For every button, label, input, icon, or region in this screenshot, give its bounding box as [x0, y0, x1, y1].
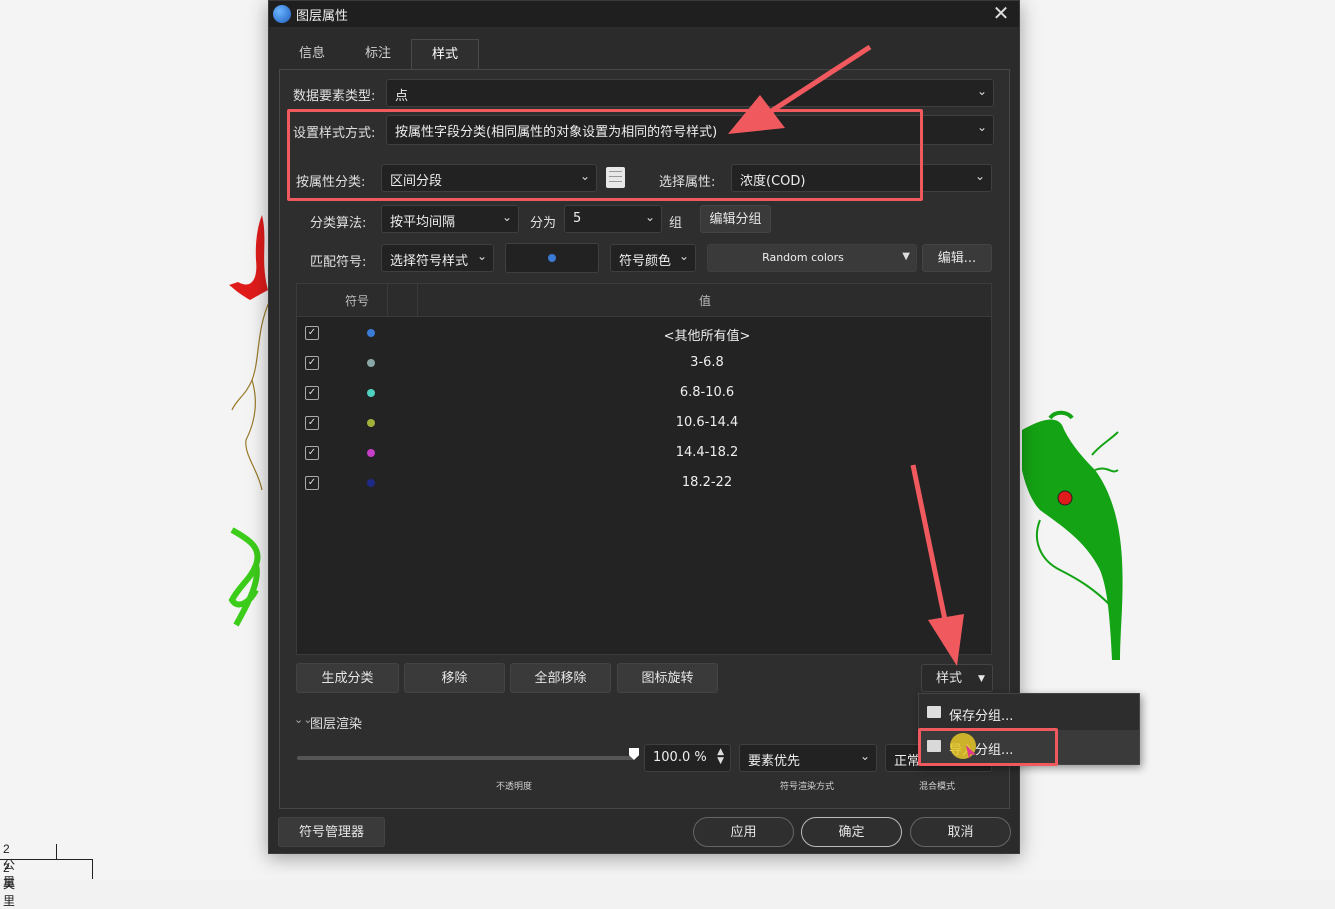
triangle-down-icon: ▼: [902, 251, 910, 262]
column-value: 值: [699, 294, 712, 308]
palette-value: Random colors: [762, 251, 844, 264]
menu-item-save-groups[interactable]: 保存分组...: [919, 696, 1139, 730]
titlebar: 图层属性 ✕: [269, 1, 1019, 27]
scale-mile-label: 2英里: [3, 861, 16, 908]
generate-classes-button[interactable]: 生成分类: [296, 663, 399, 693]
table-row[interactable]: ✓ <其他所有值>: [297, 318, 991, 348]
chevron-down-icon: ⌄: [501, 210, 512, 224]
chevron-down-icon: ⌄: [859, 749, 870, 763]
remove-button[interactable]: 移除: [404, 663, 505, 693]
symbol-dot: [367, 479, 375, 487]
match-symbol-label: 匹配符号:: [310, 255, 367, 270]
symbol-dot: [367, 359, 375, 367]
chevron-down-icon: ⌄: [976, 84, 987, 98]
symbol-dot: [367, 419, 375, 427]
render-mode-value: 要素优先: [748, 754, 801, 769]
table-row[interactable]: ✓ 3-6.8: [297, 348, 991, 378]
tab-style[interactable]: 样式: [411, 39, 479, 69]
cursor-highlight: [950, 733, 976, 759]
chevron-down-icon: ⌄: [476, 249, 487, 263]
data-type-value: 点: [395, 89, 409, 104]
chevron-down-icon: ⌄: [678, 249, 689, 263]
row-checkbox[interactable]: ✓: [305, 326, 319, 340]
app-globe-icon: [273, 5, 291, 23]
opacity-caption: 不透明度: [496, 782, 533, 792]
data-type-select[interactable]: 点 ⌄: [386, 79, 994, 107]
table-row[interactable]: ✓ 14.4-18.2: [297, 438, 991, 468]
row-checkbox[interactable]: ✓: [305, 416, 319, 430]
palette-select[interactable]: Random colors ▼: [707, 244, 917, 272]
annotation-highlight-box: [287, 109, 923, 201]
row-checkbox[interactable]: ✓: [305, 386, 319, 400]
table-header: 符号 值: [297, 284, 991, 317]
symbol-style-value: 选择符号样式: [390, 254, 469, 269]
column-symbol: 符号: [345, 294, 370, 308]
row-value: 18.2-22: [681, 475, 733, 490]
row-value: 14.4-18.2: [675, 445, 739, 460]
menu-item-label: 保存分组...: [949, 709, 1014, 724]
chevron-down-icon: ⌄: [976, 120, 987, 134]
row-value: 10.6-14.4: [675, 415, 739, 430]
annotation-menu-highlight: [918, 728, 1058, 766]
symbol-dot: [367, 389, 375, 397]
blend-mode-value: 正常: [894, 754, 921, 769]
row-checkbox[interactable]: ✓: [305, 476, 319, 490]
style-menu-button[interactable]: 样式 ▼: [921, 664, 993, 692]
symbol-dot: [367, 329, 375, 337]
row-checkbox[interactable]: ✓: [305, 356, 319, 370]
algorithm-value: 按平均间隔: [390, 215, 456, 230]
point-symbol-icon: [548, 254, 556, 262]
table-row[interactable]: ✓ 10.6-14.4: [297, 408, 991, 438]
row-checkbox[interactable]: ✓: [305, 446, 319, 460]
render-mode-select[interactable]: 要素优先 ⌄: [739, 744, 877, 772]
cancel-button[interactable]: 取消: [910, 817, 1011, 847]
row-value: 3-6.8: [690, 355, 724, 370]
close-icon[interactable]: ✕: [989, 1, 1013, 25]
dialog-title: 图层属性: [296, 9, 349, 24]
algorithm-label: 分类算法:: [310, 216, 367, 231]
row-value: <其他所有值>: [663, 329, 751, 344]
data-type-label: 数据要素类型:: [293, 89, 376, 104]
chevron-down-icon: ⌄: [974, 169, 985, 183]
layer-render-title: 图层渲染: [310, 717, 363, 732]
classification-table: 符号 值 ✓ <其他所有值> ✓ 3-6.8 ✓ 6.8-10.6 ✓ 10.6…: [296, 283, 992, 655]
table-row[interactable]: ✓ 6.8-10.6: [297, 378, 991, 408]
apply-button[interactable]: 应用: [693, 817, 794, 847]
group-count-select[interactable]: 5 ⌄: [564, 205, 662, 233]
opacity-spinbox[interactable]: 100.0 % ▲ ▼: [644, 744, 731, 772]
symbol-preview-button[interactable]: [505, 243, 599, 273]
icon-rotation-button[interactable]: 图标旋转: [617, 663, 718, 693]
symbol-manager-button[interactable]: 符号管理器: [278, 817, 385, 847]
symbol-dot: [367, 449, 375, 457]
symbol-style-select[interactable]: 选择符号样式 ⌄: [381, 244, 494, 272]
tab-info[interactable]: 信息: [279, 39, 345, 69]
symbol-color-select[interactable]: 符号颜色 ⌄: [610, 244, 696, 272]
chevron-down-icon: ⌄: [644, 210, 655, 224]
tab-label[interactable]: 标注: [345, 39, 411, 69]
divide-label: 分为: [530, 216, 557, 231]
row-value: 6.8-10.6: [679, 385, 735, 400]
symbol-color-value: 符号颜色: [619, 254, 672, 269]
triangle-down-icon: ▼: [978, 674, 985, 684]
table-row[interactable]: ✓ 18.2-22: [297, 468, 991, 498]
save-icon: [927, 706, 941, 718]
render-mode-caption: 符号渲染方式: [780, 782, 835, 792]
algorithm-select[interactable]: 按平均间隔 ⌄: [381, 205, 519, 233]
ok-button[interactable]: 确定: [801, 817, 902, 847]
group-unit-label: 组: [669, 216, 683, 231]
spin-arrows-icon: ▲ ▼: [717, 747, 724, 766]
opacity-slider[interactable]: [297, 756, 634, 760]
blend-mode-caption: 混合模式: [919, 782, 956, 792]
edit-groups-button[interactable]: 编辑分组: [700, 205, 771, 233]
group-count-value: 5: [573, 211, 582, 226]
opacity-value: 100.0 %: [653, 750, 707, 765]
edit-palette-button[interactable]: 编辑...: [922, 244, 992, 272]
style-menu-label: 样式: [936, 671, 963, 686]
remove-all-button[interactable]: 全部移除: [510, 663, 611, 693]
